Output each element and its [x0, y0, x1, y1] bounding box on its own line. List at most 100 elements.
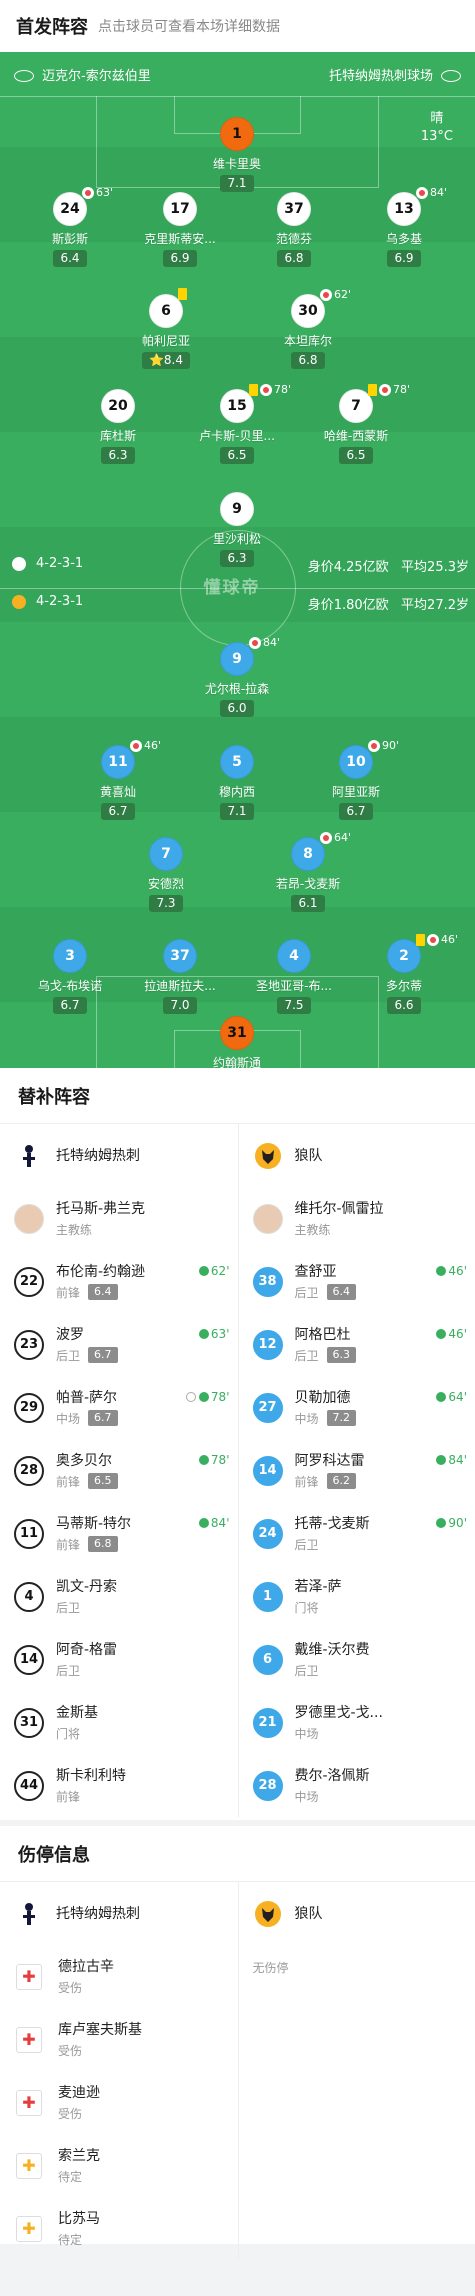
rating-value: 6.7 — [60, 998, 80, 1012]
sub-player-row[interactable]: 24 托蒂-戈麦斯 后卫 90' — [239, 1502, 475, 1565]
rating-value: 6.9 — [394, 251, 414, 265]
sub-player-row[interactable]: 28 奥多贝尔 前锋 6.5 78' — [0, 1439, 238, 1502]
player-name: 托蒂-戈麦斯 — [294, 1515, 370, 1532]
away-player-4[interactable]: 7 安德烈 7.3 — [106, 837, 226, 912]
yellow-card-icon — [416, 933, 425, 946]
player-name: 奥多贝尔 — [56, 1452, 112, 1469]
player-position: 中场 — [295, 1725, 383, 1742]
player-rating: 7.5 — [277, 997, 311, 1014]
home-player-8[interactable]: 15 78' 卢卡斯-贝里... 6.5 — [177, 383, 297, 464]
home-player-2[interactable]: 17 克里斯蒂安... 6.9 — [120, 192, 240, 267]
player-number: 38 — [252, 1266, 283, 1297]
player-number: 4 — [277, 939, 311, 973]
injury-cross-icon: ✚ — [16, 2089, 42, 2116]
cross-icon: ✚ — [22, 1967, 36, 1986]
away-player-5[interactable]: 8 64' 若昂-戈麦斯 6.1 — [248, 831, 368, 912]
position-text: 后卫 — [294, 1663, 319, 1678]
position-text: 前锋 — [56, 1474, 81, 1489]
injury-row[interactable]: ✚ 库卢塞夫斯基 受伤 — [0, 2008, 238, 2071]
stadium-icon — [441, 70, 461, 82]
sub-player-row[interactable]: 28 费尔-洛佩斯 中场 — [239, 1754, 475, 1817]
home-player-0[interactable]: 1 维卡里奥 7.1 — [177, 117, 297, 192]
sub-minute: 63' — [210, 1327, 230, 1341]
away-player-1[interactable]: 11 46' 黄喜灿 6.7 — [58, 739, 178, 820]
home-team-header[interactable]: 托特纳姆热刺 — [0, 1124, 238, 1187]
home-player-6[interactable]: 30 62' 本坦库尔 6.8 — [248, 288, 368, 369]
sub-player-row[interactable]: 29 帕普-萨尔 中场 6.7 78' — [0, 1376, 238, 1439]
away-player-8[interactable]: 4 圣地亚哥-布... 7.5 — [234, 939, 354, 1014]
away-player-0[interactable]: 9 84' 尤尔根-拉森 6.0 — [177, 636, 297, 717]
player-number: 31 — [220, 1016, 254, 1050]
lineup-header: 首发阵容 点击球员可查看本场详细数据 — [0, 0, 475, 52]
sub-out-icon — [249, 636, 261, 649]
home-player-3[interactable]: 37 范德芬 6.8 — [234, 192, 354, 267]
injuries-section: 伤停信息 托特纳姆热刺 ✚ 德拉古辛 受伤 ✚ 库卢塞夫斯基 受伤 ✚ 麦迪逊 受伤 ✚ 索兰克 待定… — [0, 1826, 475, 2260]
player-name: 戴维-沃尔费 — [294, 1641, 370, 1658]
player-events: 64' — [320, 831, 351, 844]
home-coach[interactable]: 托马斯-弗兰克 主教练 — [0, 1187, 238, 1250]
home-player-7[interactable]: 20 库杜斯 6.3 — [58, 389, 178, 464]
away-player-9[interactable]: 2 46' 多尔蒂 6.6 — [344, 933, 464, 1014]
sub-player-row[interactable]: 27 贝勒加德 中场 7.2 64' — [239, 1376, 475, 1439]
player-name: 乌多基 — [385, 232, 422, 246]
sub-player-row[interactable]: 21 罗德里戈-戈... 中场 — [239, 1691, 475, 1754]
injury-status: 待定 — [58, 2232, 83, 2247]
sub-in-icon — [436, 1392, 447, 1402]
injury-row[interactable]: ✚ 索兰克 待定 — [0, 2134, 238, 2197]
sub-player-row[interactable]: 11 马蒂斯-特尔 前锋 6.8 84' — [0, 1502, 238, 1565]
sub-player-row[interactable]: 44 斯卡利利特 前锋 — [0, 1754, 238, 1817]
sub-player-row[interactable]: 22 布伦南-约翰逊 前锋 6.4 62' — [0, 1250, 238, 1313]
home-team-header[interactable]: 托特纳姆热刺 — [0, 1882, 238, 1945]
home-player-9[interactable]: 7 78' 哈维-西蒙斯 6.5 — [296, 383, 416, 464]
player-name: 阿罗科达雷 — [294, 1452, 365, 1469]
player-rating: 6.9 — [163, 250, 197, 267]
player-name: 范德芬 — [275, 232, 312, 246]
home-player-5[interactable]: 6 帕利尼亚 ⭐8.4 — [106, 288, 226, 369]
rating-value: 6.3 — [108, 448, 128, 462]
sub-player-row[interactable]: 14 阿罗科达雷 前锋 6.2 84' — [239, 1439, 475, 1502]
sub-player-row[interactable]: 31 金斯基 门将 — [0, 1691, 238, 1754]
rating-value: 6.3 — [227, 551, 247, 565]
sub-in-info: 90' — [436, 1516, 467, 1530]
injury-row[interactable]: ✚ 德拉古辛 受伤 — [0, 1945, 238, 2008]
spurs-crest-icon — [12, 556, 26, 571]
weather-info: 晴 13°C — [421, 110, 453, 146]
player-name: 约翰斯通 — [212, 1056, 261, 1068]
rating-value: 7.0 — [170, 998, 190, 1012]
away-player-2[interactable]: 5 穆内西 7.1 — [177, 745, 297, 820]
sub-in-info: 78' — [185, 1390, 230, 1404]
sub-player-row[interactable]: 38 查舒亚 后卫 6.4 46' — [239, 1250, 475, 1313]
position-text: 后卫 — [56, 1348, 81, 1363]
away-player-7[interactable]: 37 拉迪斯拉夫... 7.0 — [120, 939, 240, 1014]
yellow-card-icon — [368, 383, 377, 396]
home-player-1[interactable]: 24 63' 斯彭斯 6.4 — [10, 186, 130, 267]
sub-player-row[interactable]: 1 若泽-萨 门将 — [239, 1565, 475, 1628]
away-player-3[interactable]: 10 90' 阿里亚斯 6.7 — [296, 739, 416, 820]
rating-value: 6.7 — [108, 804, 128, 818]
injury-row[interactable]: ✚ 麦迪逊 受伤 — [0, 2071, 238, 2134]
away-player-10[interactable]: 31约翰斯通7.1 — [177, 1016, 297, 1068]
pitch-team-row: 迈克尔-索尔兹伯里 托特纳姆热刺球场 — [0, 52, 475, 96]
away-team-header[interactable]: 狼队 — [239, 1882, 475, 1945]
sub-in-icon — [436, 1329, 447, 1339]
sub-in-info: 64' — [436, 1390, 467, 1404]
sub-player-row[interactable]: 4 凯文-丹索 后卫 — [0, 1565, 238, 1628]
home-player-4[interactable]: 13 84' 乌多基 6.9 — [344, 186, 464, 267]
sub-player-row[interactable]: 14 阿奇-格雷 后卫 — [0, 1628, 238, 1691]
sub-in-icon — [436, 1455, 447, 1465]
sub-in-info: 84' — [436, 1453, 467, 1467]
away-team-header[interactable]: 狼队 — [239, 1124, 475, 1187]
injury-row[interactable]: ✚ 比苏马 待定 — [0, 2197, 238, 2260]
away-coach[interactable]: 维托尔-佩雷拉 主教练 — [239, 1187, 475, 1250]
rating-value: 7.3 — [156, 896, 176, 910]
home-player-10[interactable]: 9 里沙利松 6.3 — [177, 492, 297, 567]
player-name: 安德烈 — [147, 877, 184, 891]
sub-player-row[interactable]: 6 戴维-沃尔费 后卫 — [239, 1628, 475, 1691]
sub-player-row[interactable]: 12 阿格巴杜 后卫 6.3 46' — [239, 1313, 475, 1376]
sub-minute: 46' — [448, 1327, 467, 1341]
player-rating: 7.1 — [220, 175, 254, 192]
sub-player-row[interactable]: 23 波罗 后卫 6.7 63' — [0, 1313, 238, 1376]
away-player-6[interactable]: 3 乌戈-布埃诺 6.7 — [10, 939, 130, 1014]
sub-minute: 84' — [210, 1516, 230, 1530]
player-number: 21 — [252, 1707, 283, 1738]
